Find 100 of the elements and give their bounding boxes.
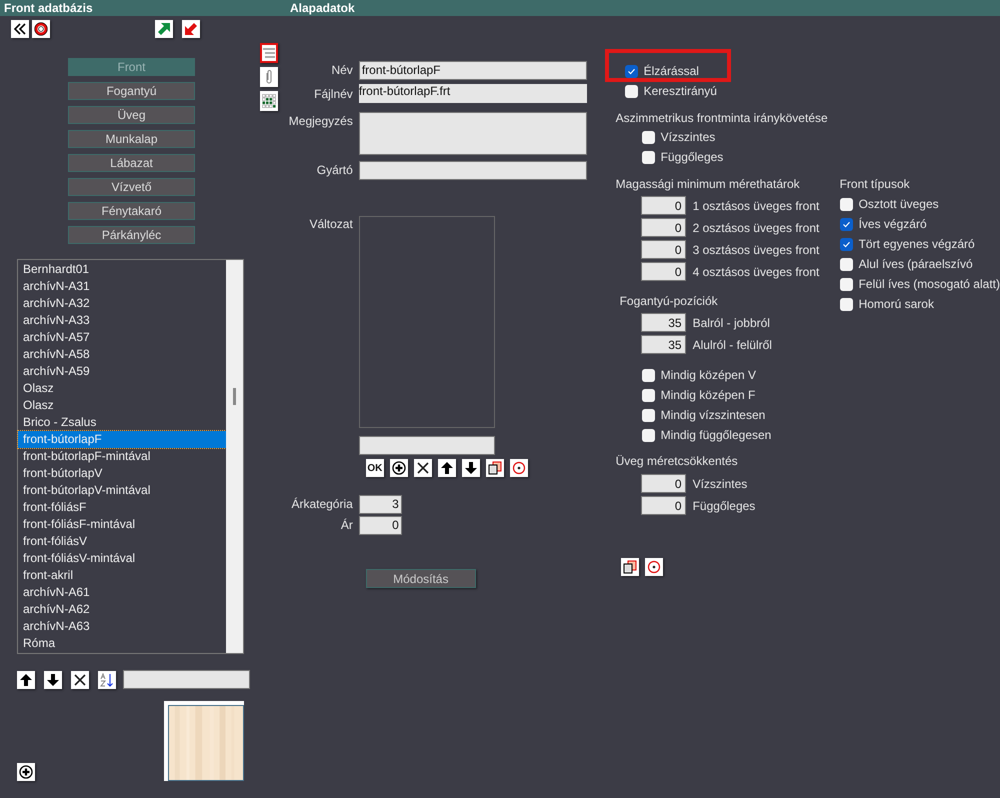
checkbox-label: Íves végzáró (858, 217, 927, 231)
checkbox[interactable] (642, 408, 655, 422)
sort-icon[interactable] (98, 670, 116, 688)
checkbox[interactable] (840, 278, 853, 290)
list-item[interactable]: front-fóliásV (18, 533, 226, 550)
category-button[interactable]: Fogantyú (68, 82, 195, 100)
checkmark-icon (842, 240, 851, 248)
close-icon[interactable] (71, 670, 89, 688)
checkbox-label: Felül íves (mosogató alatt) (858, 277, 1000, 291)
checkbox[interactable] (840, 218, 853, 230)
list-item[interactable]: Róma (18, 635, 226, 652)
checkbox[interactable] (624, 64, 638, 78)
paperclip-icon[interactable] (260, 67, 278, 87)
list-item[interactable]: front-bútorlapV-mintával (18, 482, 226, 499)
list-item[interactable]: Olasz (18, 397, 226, 414)
checkbox[interactable] (642, 428, 655, 442)
list-item[interactable]: archívN-A62 (18, 601, 226, 618)
arrow-down-icon[interactable] (44, 670, 62, 688)
field-label: Név (330, 62, 354, 77)
list-item[interactable]: Bernhardt01 (18, 261, 226, 278)
checkbox-label: Mindig vízszintesen (660, 408, 766, 422)
arrow-up-icon[interactable] (17, 670, 35, 688)
text-field[interactable] (358, 161, 587, 180)
lines-icon[interactable] (260, 43, 278, 63)
number-field[interactable]: 0 (640, 496, 686, 515)
category-button[interactable]: Fénytakaró (68, 202, 195, 220)
checkbox[interactable] (642, 388, 655, 402)
list-item[interactable]: front-bútorlapV (18, 465, 226, 482)
checkbox-label: Függőleges (660, 150, 724, 164)
list-item[interactable]: archívN-A63 (18, 618, 226, 635)
checkbox-label: Mindig függőlegesen (660, 428, 772, 442)
close-icon[interactable] (414, 459, 432, 477)
list-item[interactable]: front-akril (18, 567, 226, 584)
target-icon[interactable] (644, 558, 663, 576)
arrow-down-left-icon[interactable] (182, 20, 200, 38)
list-item[interactable]: archívN-A58 (18, 346, 226, 363)
list-item[interactable]: archívN-A32 (18, 295, 226, 312)
category-button[interactable]: Párkányléc (68, 226, 195, 244)
copy-icon[interactable] (620, 558, 639, 576)
ok-button[interactable]: OK (366, 459, 384, 477)
list-item[interactable]: archívN-A61 (18, 584, 226, 601)
list-item[interactable]: front-fóliásF-mintával (18, 516, 226, 533)
number-field[interactable]: 3 (358, 495, 402, 514)
checkbox-label: Mindig középen F (660, 388, 756, 402)
number-field[interactable]: 0 (640, 474, 686, 493)
arrow-up-icon[interactable] (438, 459, 456, 477)
checkbox[interactable] (624, 84, 638, 98)
arrow-down-icon[interactable] (462, 459, 480, 477)
field-label: Ár (340, 517, 354, 532)
checkbox-label: Tört egyenes végzáró (858, 237, 975, 251)
checkbox[interactable] (840, 258, 853, 270)
list-item[interactable]: archívN-A57 (18, 329, 226, 346)
list-item[interactable]: archívN-A59 (18, 363, 226, 380)
chevrons-left-icon[interactable] (11, 20, 29, 38)
number-field[interactable]: 35 (640, 313, 686, 332)
category-button[interactable]: Lábazat (68, 154, 195, 172)
list-item[interactable]: front-fóliásF (18, 499, 226, 516)
add-icon[interactable] (390, 459, 408, 477)
number-field[interactable]: 0 (640, 218, 686, 237)
text-field[interactable] (358, 436, 495, 455)
add-icon[interactable] (17, 763, 35, 781)
checkbox[interactable] (840, 198, 853, 210)
checkbox-label: Keresztirányú (644, 84, 717, 98)
list-item[interactable]: Olasz (18, 380, 226, 397)
category-button[interactable]: Vízvető (68, 178, 195, 196)
checkbox[interactable] (642, 130, 655, 144)
text-field[interactable]: front-bútorlapF.frt (358, 84, 587, 103)
list-item[interactable]: archívN-A31 (18, 278, 226, 295)
field-label: Függőleges (692, 498, 756, 512)
grid-icon[interactable] (260, 91, 278, 111)
checkbox[interactable] (642, 368, 655, 382)
category-button[interactable]: Üveg (68, 106, 195, 124)
copy-icon[interactable] (486, 459, 504, 477)
number-field[interactable]: 0 (640, 262, 686, 281)
section-title: Magassági minimum mérethatárok (616, 177, 801, 191)
lifebuoy-icon[interactable] (32, 20, 50, 38)
checkbox-label: Homorú sarok (858, 297, 934, 311)
search-field[interactable] (123, 670, 250, 689)
list-item[interactable]: front-bútorlapF (18, 431, 226, 448)
checkbox-label: Osztott üveges (858, 197, 939, 211)
list-item[interactable]: Brico - Zsalus (18, 414, 226, 431)
list-item[interactable]: front-bútorlapF-mintával (18, 448, 226, 465)
panel-title: Alapadatok (289, 1, 356, 15)
checkbox[interactable] (840, 298, 853, 310)
number-field[interactable]: 0 (358, 516, 402, 535)
checkbox[interactable] (642, 150, 655, 164)
category-button[interactable]: Munkalap (68, 130, 195, 148)
text-field[interactable]: front-bútorlapF (358, 61, 587, 80)
list-item[interactable]: front-fóliásV-mintával (18, 550, 226, 567)
checkbox[interactable] (840, 238, 853, 250)
scrollbar-thumb[interactable] (233, 388, 236, 405)
number-field[interactable]: 35 (640, 335, 686, 354)
list-item[interactable]: archívN-A33 (18, 312, 226, 329)
modify-button[interactable]: Módosítás (366, 569, 476, 588)
number-field[interactable]: 0 (640, 196, 686, 215)
number-field[interactable]: 0 (640, 240, 686, 259)
field-label: 3 osztásos üveges front (692, 242, 820, 256)
arrow-up-right-icon[interactable] (155, 20, 173, 38)
text-area[interactable] (358, 112, 587, 155)
target-icon[interactable] (510, 459, 528, 477)
